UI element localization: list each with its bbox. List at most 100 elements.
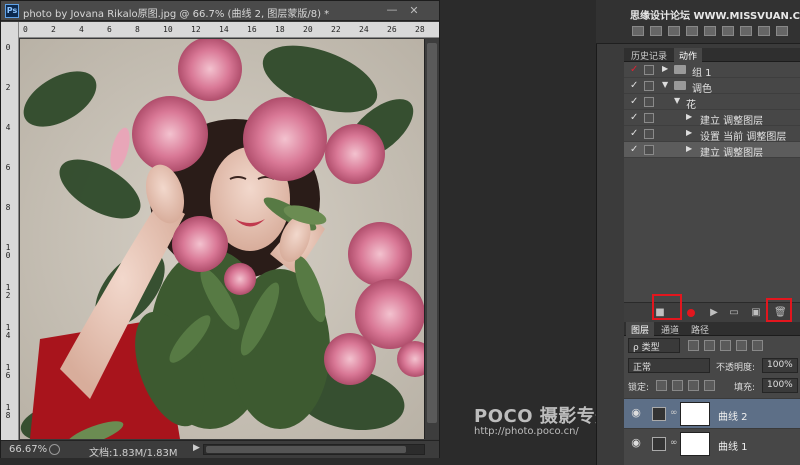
layer-name[interactable]: 曲线 2: [718, 408, 748, 423]
curves-adjustment-icon[interactable]: [652, 407, 666, 421]
layer-mask-thumbnail[interactable]: [680, 402, 710, 426]
status-menu-arrow-icon[interactable]: ▶: [193, 443, 200, 453]
action-dialog-toggle[interactable]: [644, 65, 654, 75]
filter-adjustment-icon[interactable]: [704, 340, 715, 351]
action-enabled-check[interactable]: ✓: [630, 64, 640, 75]
minimize-button[interactable]: —: [383, 3, 401, 19]
document-status-bar: 66.67% 文档:1.83M/1.83M ▶: [1, 440, 439, 459]
action-dialog-toggle[interactable]: [644, 145, 654, 155]
ruler-left-label: 1 8: [5, 403, 11, 420]
action-step-row[interactable]: ✓ ▶ 设置 当前 调整图层: [624, 126, 800, 143]
action-enabled-check[interactable]: ✓: [630, 144, 640, 155]
action-row-set-group1[interactable]: ✓ ▶ 组 1: [624, 62, 800, 79]
ruler-left-label: 1 0: [5, 243, 11, 260]
panel-icon-9[interactable]: [776, 26, 788, 36]
layer-row[interactable]: ◉ ∞ 曲线 1: [624, 428, 800, 458]
layer-filter-select[interactable]: ρ 类型: [628, 338, 680, 353]
tab-paths[interactable]: 路径: [686, 322, 714, 336]
action-step-row[interactable]: ✓ ▶ 建立 调整图层: [624, 110, 800, 127]
lock-image-icon[interactable]: [672, 380, 683, 391]
horizontal-ruler[interactable]: 0 2 4 6 8 10 12 14 16 18 20 22 24 26 28: [19, 22, 439, 38]
layer-mask-thumbnail[interactable]: [680, 432, 710, 456]
layer-name[interactable]: 曲线 1: [718, 438, 748, 453]
vertical-scrollbar[interactable]: [424, 39, 439, 439]
zoom-level[interactable]: 66.67%: [9, 444, 47, 455]
action-label: 调色: [692, 84, 712, 95]
new-set-button[interactable]: ▭: [728, 307, 740, 319]
blend-mode-select[interactable]: 正常: [628, 358, 710, 373]
tab-layers[interactable]: 图层: [626, 322, 655, 336]
curves-adjustment-icon[interactable]: [652, 437, 666, 451]
action-step-row-selected[interactable]: ✓ ▶ 建立 调整图层: [624, 142, 800, 159]
vertical-ruler[interactable]: 0 2 4 6 8 1 0 1 2 1 4 1 6 1 8: [1, 22, 19, 440]
action-enabled-check[interactable]: ✓: [630, 112, 640, 123]
ruler-left-label: 4: [5, 123, 11, 132]
opacity-input[interactable]: 100%: [762, 358, 798, 373]
action-row-set-color[interactable]: ✓ ▼ 调色: [624, 78, 800, 95]
action-dialog-toggle[interactable]: [644, 113, 654, 123]
collapse-triangle-icon[interactable]: ▼: [674, 96, 680, 105]
site-watermark: 思缘设计论坛 WWW.MISSVUAN.COM: [630, 11, 800, 22]
lock-position-icon[interactable]: [688, 380, 699, 391]
lock-transparent-icon[interactable]: [656, 380, 667, 391]
panel-icon-8[interactable]: [758, 26, 770, 36]
lock-label: 锁定:: [628, 383, 650, 393]
vertical-scroll-thumb[interactable]: [427, 43, 437, 423]
action-enabled-check[interactable]: ✓: [630, 128, 640, 139]
status-info-icon[interactable]: [49, 444, 60, 455]
document-size: 文档:1.83M/1.83M: [89, 448, 178, 459]
mask-link-icon[interactable]: ∞: [670, 408, 678, 418]
layer-row-selected[interactable]: ◉ ∞ 曲线 2: [624, 398, 800, 428]
image-canvas[interactable]: [20, 39, 424, 439]
panel-icon-6[interactable]: [722, 26, 734, 36]
filter-smartobject-icon[interactable]: [752, 340, 763, 351]
action-label: 设置 当前 调整图层: [700, 132, 787, 143]
tab-actions[interactable]: 动作: [674, 48, 703, 62]
collapse-triangle-icon[interactable]: ▼: [662, 80, 668, 89]
action-enabled-check[interactable]: ✓: [630, 80, 640, 91]
horizontal-scrollbar[interactable]: [203, 444, 425, 455]
new-action-button[interactable]: ▣: [750, 307, 762, 319]
tab-history[interactable]: 历史记录: [626, 48, 672, 62]
mask-link-icon[interactable]: ∞: [670, 438, 678, 448]
expand-triangle-icon[interactable]: ▶: [662, 64, 668, 73]
action-dialog-toggle[interactable]: [644, 129, 654, 139]
poco-watermark: POCO 摄影专题: [474, 406, 614, 427]
filter-pixel-icon[interactable]: [688, 340, 699, 351]
panel-icon-5[interactable]: [704, 26, 716, 36]
panel-icon-4[interactable]: [686, 26, 698, 36]
panel-icon-2[interactable]: [650, 26, 662, 36]
action-label: 建立 调整图层: [700, 148, 764, 159]
layers-tabbar: 图层 通道 路径: [624, 322, 800, 336]
record-button[interactable]: [687, 309, 695, 317]
action-dialog-toggle[interactable]: [644, 97, 654, 107]
play-selection-button[interactable]: ▶: [708, 307, 720, 319]
fill-input[interactable]: 100%: [762, 378, 798, 393]
action-row-flower[interactable]: ✓ ▼ 花: [624, 94, 800, 111]
ruler-top-label: 2: [51, 25, 56, 34]
action-set-folder-icon: [674, 65, 686, 74]
ruler-top-label: 20: [303, 25, 313, 34]
expand-triangle-icon[interactable]: ▶: [686, 144, 692, 153]
filter-type-icon[interactable]: [720, 340, 731, 351]
layers-panel: ρ 类型 正常 不透明度: 100% 锁定: 填充: 100% ◉ ∞ 曲线 2…: [624, 336, 800, 465]
panel-icon-3[interactable]: [668, 26, 680, 36]
tab-channels[interactable]: 通道: [656, 322, 684, 336]
visibility-eye-icon[interactable]: ◉: [630, 437, 642, 449]
expand-triangle-icon[interactable]: ▶: [686, 128, 692, 137]
visibility-eye-icon[interactable]: ◉: [630, 407, 642, 419]
panel-icon-7[interactable]: [740, 26, 752, 36]
horizontal-scroll-thumb[interactable]: [206, 446, 406, 453]
filter-shape-icon[interactable]: [736, 340, 747, 351]
highlight-delete-button: [766, 298, 792, 322]
document-titlebar[interactable]: Ps photo by Jovana Rikalo原图.jpg @ 66.7% …: [1, 1, 439, 21]
close-button[interactable]: ✕: [405, 3, 423, 19]
lock-all-icon[interactable]: [704, 380, 715, 391]
ruler-left-label: 2: [5, 83, 11, 92]
ruler-top-label: 26: [387, 25, 397, 34]
ruler-top-label: 14: [219, 25, 229, 34]
action-dialog-toggle[interactable]: [644, 81, 654, 91]
expand-triangle-icon[interactable]: ▶: [686, 112, 692, 121]
action-enabled-check[interactable]: ✓: [630, 96, 640, 107]
panel-icon-1[interactable]: [632, 26, 644, 36]
